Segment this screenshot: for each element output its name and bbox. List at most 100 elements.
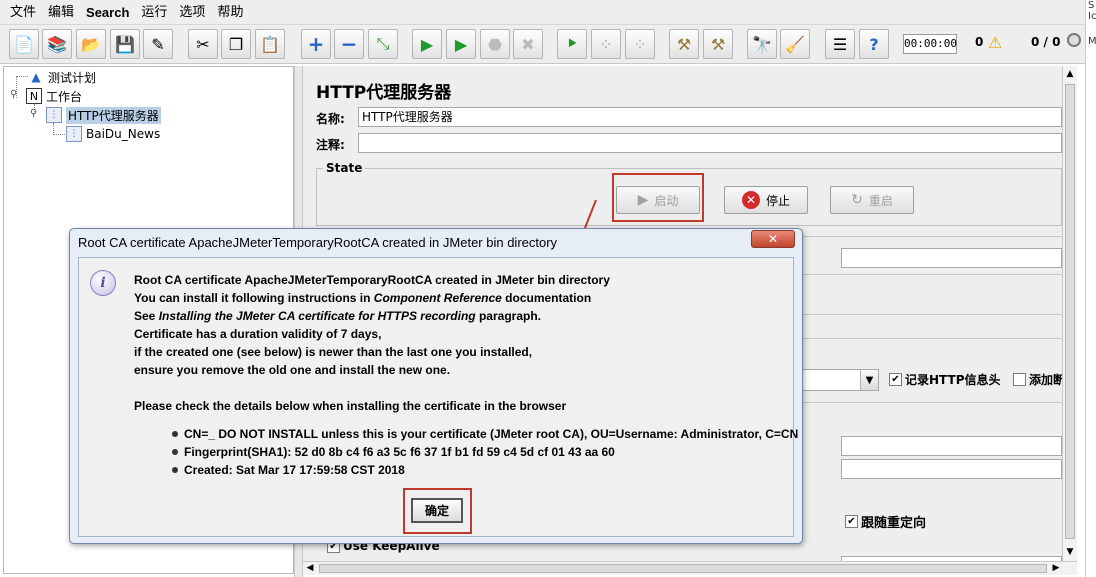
controller-icon: ⋮: [66, 126, 82, 142]
tree-node-label: 工作台: [46, 89, 83, 104]
menu-edit[interactable]: 编辑: [42, 0, 80, 25]
stop-button[interactable]: ✕ 停止: [724, 186, 808, 214]
tree-node-baidu-news[interactable]: ⋮ BaiDu_News: [66, 125, 160, 143]
checkbox-checked-icon: ✔: [889, 373, 902, 386]
search-icon[interactable]: 🔭: [747, 29, 777, 59]
start-button[interactable]: ▶ 启动: [616, 186, 700, 214]
menu-bar: 文件 编辑 Search 运行 选项 帮助: [0, 0, 1085, 25]
start-button-label: 启动: [654, 193, 679, 208]
tree-node-workbench[interactable]: N 工作台: [26, 87, 82, 105]
start-icon[interactable]: ▶: [412, 29, 442, 59]
clear-all-icon[interactable]: ⚒: [703, 29, 733, 59]
scroll-thumb[interactable]: [319, 564, 1047, 573]
function-helper-icon[interactable]: ☰: [825, 29, 855, 59]
remote-shutdown-icon[interactable]: ⁘: [625, 29, 655, 59]
add-assertion-label: 添加断: [1029, 373, 1062, 387]
warning-count: 0: [975, 35, 984, 49]
remote-stop-icon[interactable]: ⁘: [591, 29, 621, 59]
follow-redirects-checkbox[interactable]: ✔ 跟随重定向: [845, 512, 926, 531]
certificate-detail-item: Fingerprint(SHA1): 52 d0 8b c4 f6 a3 5c …: [172, 445, 615, 459]
comment-input[interactable]: [358, 133, 1062, 153]
tree-connector: [53, 134, 67, 135]
record-headers-checkbox[interactable]: ✔ 记录HTTP信息头: [889, 371, 1001, 388]
save-icon[interactable]: 💾: [110, 29, 140, 59]
edge-text-2: Ic: [1088, 11, 1096, 22]
certificate-detail-item: CN=_ DO NOT INSTALL unless this is your …: [172, 427, 798, 441]
record-headers-label: 记录HTTP信息头: [905, 373, 1001, 387]
menu-file[interactable]: 文件: [4, 0, 42, 25]
paste-icon[interactable]: 📋: [255, 29, 285, 59]
dialog-message-line: You can install it following instruction…: [134, 289, 591, 307]
active-threads-ratio: 0 / 0: [1031, 35, 1061, 49]
add-assertion-checkbox[interactable]: 添加断: [1013, 371, 1062, 388]
stop-icon: ✕: [741, 191, 760, 209]
text-span: documentation: [501, 291, 592, 305]
scroll-down-icon[interactable]: ▼: [1063, 544, 1077, 560]
checkbox-unchecked-icon: [1013, 373, 1026, 386]
test-plan-icon: ▲: [31, 70, 41, 84]
tree-toggle-icon[interactable]: ⚲: [30, 108, 37, 119]
text-span: paragraph.: [475, 309, 541, 323]
dialog-message-line: See Installing the JMeter CA certificate…: [134, 307, 541, 325]
start-no-pause-icon[interactable]: ▶: [446, 29, 476, 59]
ok-button[interactable]: 确定: [411, 498, 463, 523]
edge-text-1: S: [1088, 0, 1095, 11]
expand-icon[interactable]: +: [301, 29, 331, 59]
type-input[interactable]: [841, 436, 1062, 456]
clear-icon[interactable]: ⚒: [669, 29, 699, 59]
remote-start-icon[interactable]: ⯈: [557, 29, 587, 59]
dialog-message-line: if the created one (see below) is newer …: [134, 345, 533, 359]
remote-status-icon: [1067, 33, 1081, 47]
workbench-icon: N: [26, 88, 42, 104]
tree-node-test-plan[interactable]: ▲ 测试计划: [28, 68, 96, 86]
page-title: HTTP代理服务器: [316, 83, 452, 103]
certificate-detail-item: Created: Sat Mar 17 17:59:58 CST 2018: [172, 463, 405, 477]
checkbox-checked-icon: ✔: [845, 515, 858, 528]
elapsed-timer: 00:00:00: [903, 34, 957, 54]
templates-icon[interactable]: 📚: [42, 29, 72, 59]
new-icon[interactable]: 📄: [9, 29, 39, 59]
toolbar: 📄 📚 📂 💾 ✎ ✂ ❐ 📋 + − ⤡ ▶ ▶ ⬣ ✖ ⯈ ⁘ ⁘ ⚒ ⚒ …: [0, 25, 1085, 64]
edge-text-3: M: [1088, 36, 1096, 47]
horizontal-scrollbar[interactable]: ◀ ▶: [303, 561, 1077, 575]
copy-icon[interactable]: ❐: [221, 29, 251, 59]
warning-icon[interactable]: ⚠: [988, 33, 1002, 52]
dialog-title: Root CA certificate ApacheJMeterTemporar…: [78, 235, 558, 250]
menu-run[interactable]: 运行: [135, 0, 173, 25]
state-legend: State: [323, 161, 366, 175]
tree-toggle-icon[interactable]: ⚲: [10, 89, 17, 100]
port-input[interactable]: [841, 248, 1062, 268]
vertical-scrollbar[interactable]: ▲ ▼: [1062, 66, 1077, 561]
collapse-icon[interactable]: −: [334, 29, 364, 59]
menu-options[interactable]: 选项: [173, 0, 211, 25]
scroll-right-icon[interactable]: ▶: [1049, 560, 1063, 576]
open-icon[interactable]: 📂: [76, 29, 106, 59]
dialog-message-line: Root CA certificate ApacheJMeterTemporar…: [134, 273, 610, 287]
dialog-message-line: ensure you remove the old one and instal…: [134, 363, 451, 377]
shutdown-icon[interactable]: ✖: [513, 29, 543, 59]
follow-redirects-label: 跟随重定向: [861, 516, 927, 531]
menu-help[interactable]: 帮助: [211, 0, 249, 25]
component-reference-text: Component Reference: [373, 291, 502, 305]
content-encoding-input[interactable]: [841, 459, 1062, 479]
tree-connector: [16, 76, 28, 77]
restart-icon: ↻: [851, 192, 863, 208]
help-icon[interactable]: ?: [859, 29, 889, 59]
stop-icon[interactable]: ⬣: [480, 29, 510, 59]
certificate-dialog: Root CA certificate ApacheJMeterTemporar…: [69, 228, 803, 544]
scroll-thumb[interactable]: [1065, 84, 1075, 539]
name-input[interactable]: HTTP代理服务器: [358, 107, 1062, 127]
scroll-up-icon[interactable]: ▲: [1063, 66, 1077, 82]
menu-search[interactable]: Search: [80, 0, 135, 25]
chevron-down-icon[interactable]: ▼: [860, 370, 878, 390]
text-span: See: [134, 309, 159, 323]
save-as-icon[interactable]: ✎: [143, 29, 173, 59]
reset-search-icon[interactable]: 🧹: [780, 29, 810, 59]
toggle-icon[interactable]: ⤡: [368, 29, 398, 59]
close-icon[interactable]: ✕: [751, 230, 795, 248]
restart-button[interactable]: ↻ 重启: [830, 186, 914, 214]
cut-icon[interactable]: ✂: [188, 29, 218, 59]
tree-node-http-proxy[interactable]: ⋮ HTTP代理服务器: [46, 106, 161, 124]
scroll-left-icon[interactable]: ◀: [303, 560, 317, 576]
info-icon: i: [90, 270, 116, 296]
